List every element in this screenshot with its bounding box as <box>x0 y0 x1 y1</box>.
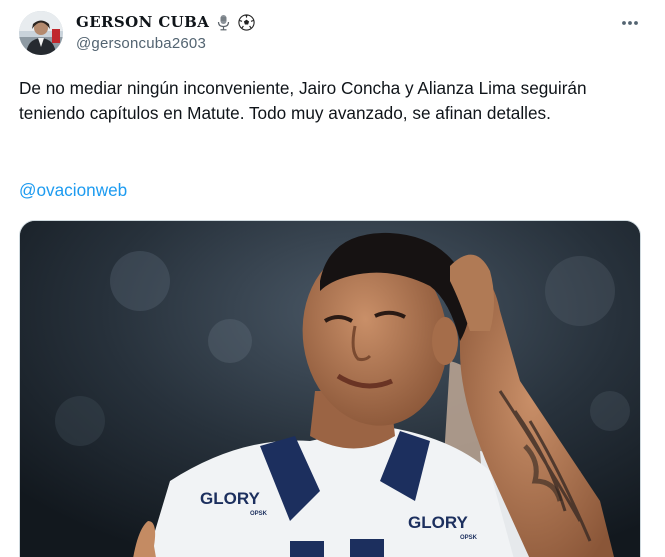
more-dots-icon <box>622 21 638 25</box>
user-block: GERSON CUBA @gersoncuba2603 <box>76 12 255 52</box>
soccer-ball-icon <box>238 13 255 31</box>
more-options-button[interactable] <box>619 14 641 32</box>
media-image[interactable]: GLORY OPSK GLORY OPSK <box>19 220 641 557</box>
jersey-sub-left: OPSK <box>250 511 268 517</box>
avatar[interactable] <box>19 11 63 55</box>
mention-link[interactable]: @ovacionweb <box>19 180 127 201</box>
jersey-sub-right: OPSK <box>460 535 478 541</box>
tweet-text: De no mediar ningún inconveniente, Jairo… <box>19 78 587 123</box>
user-handle[interactable]: @gersoncuba2603 <box>76 35 255 52</box>
jersey-brand-right: GLORY <box>408 513 468 532</box>
tweet-card: GERSON CUBA @gersoncuba2603 De no mediar… <box>0 0 665 557</box>
display-name[interactable]: GERSON CUBA <box>76 13 209 31</box>
name-row: GERSON CUBA <box>76 12 255 32</box>
microphone-icon <box>215 14 232 31</box>
jersey-brand-left: GLORY <box>200 489 260 508</box>
